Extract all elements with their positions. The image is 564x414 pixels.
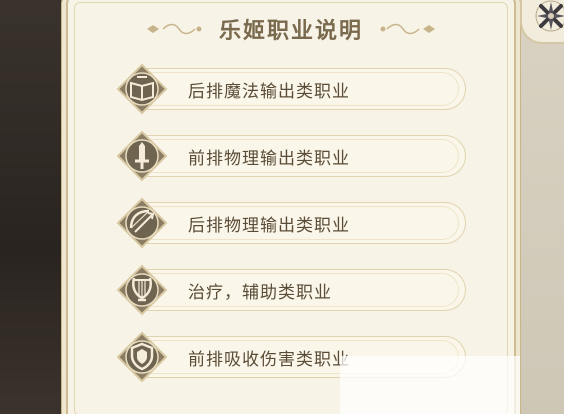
right-ornament-icon: [380, 23, 435, 35]
spellbook-icon: [116, 63, 168, 115]
role-label: 后排魔法输出类职业: [188, 81, 350, 102]
close-x-icon: [535, 0, 564, 32]
role-list: 后排魔法输出类职业 前排物理输出类职业 后排物理输出类职业 治疗，辅助类职业 前…: [116, 63, 466, 399]
list-item: 后排魔法输出类职业: [116, 63, 466, 115]
bow-icon: [116, 197, 168, 249]
list-item: 治疗，辅助类职业: [116, 264, 466, 316]
background-left: [0, 0, 70, 414]
shield-icon: [116, 331, 168, 383]
list-item: 前排物理输出类职业: [116, 130, 466, 182]
sword-icon: [116, 130, 168, 182]
dialog-title: 乐姬职业说明: [218, 19, 363, 44]
role-label: 后排物理输出类职业: [188, 215, 350, 236]
role-label: 治疗，辅助类职业: [188, 282, 332, 303]
title-row: 乐姬职业说明: [68, 12, 514, 46]
close-button[interactable]: [520, 0, 564, 44]
game-screen: 乐姬职业说明 后排魔法输出类职业 前排物理输出类职业 后排物理输出类职业 治疗，…: [0, 0, 564, 414]
role-label: 前排物理输出类职业: [188, 148, 350, 169]
list-item: 后排物理输出类职业: [116, 197, 466, 249]
left-ornament-icon: [146, 23, 202, 35]
role-label: 前排吸收伤害类职业: [188, 349, 350, 370]
lyre-icon: [116, 264, 168, 316]
watermark-overlay: [340, 356, 520, 414]
